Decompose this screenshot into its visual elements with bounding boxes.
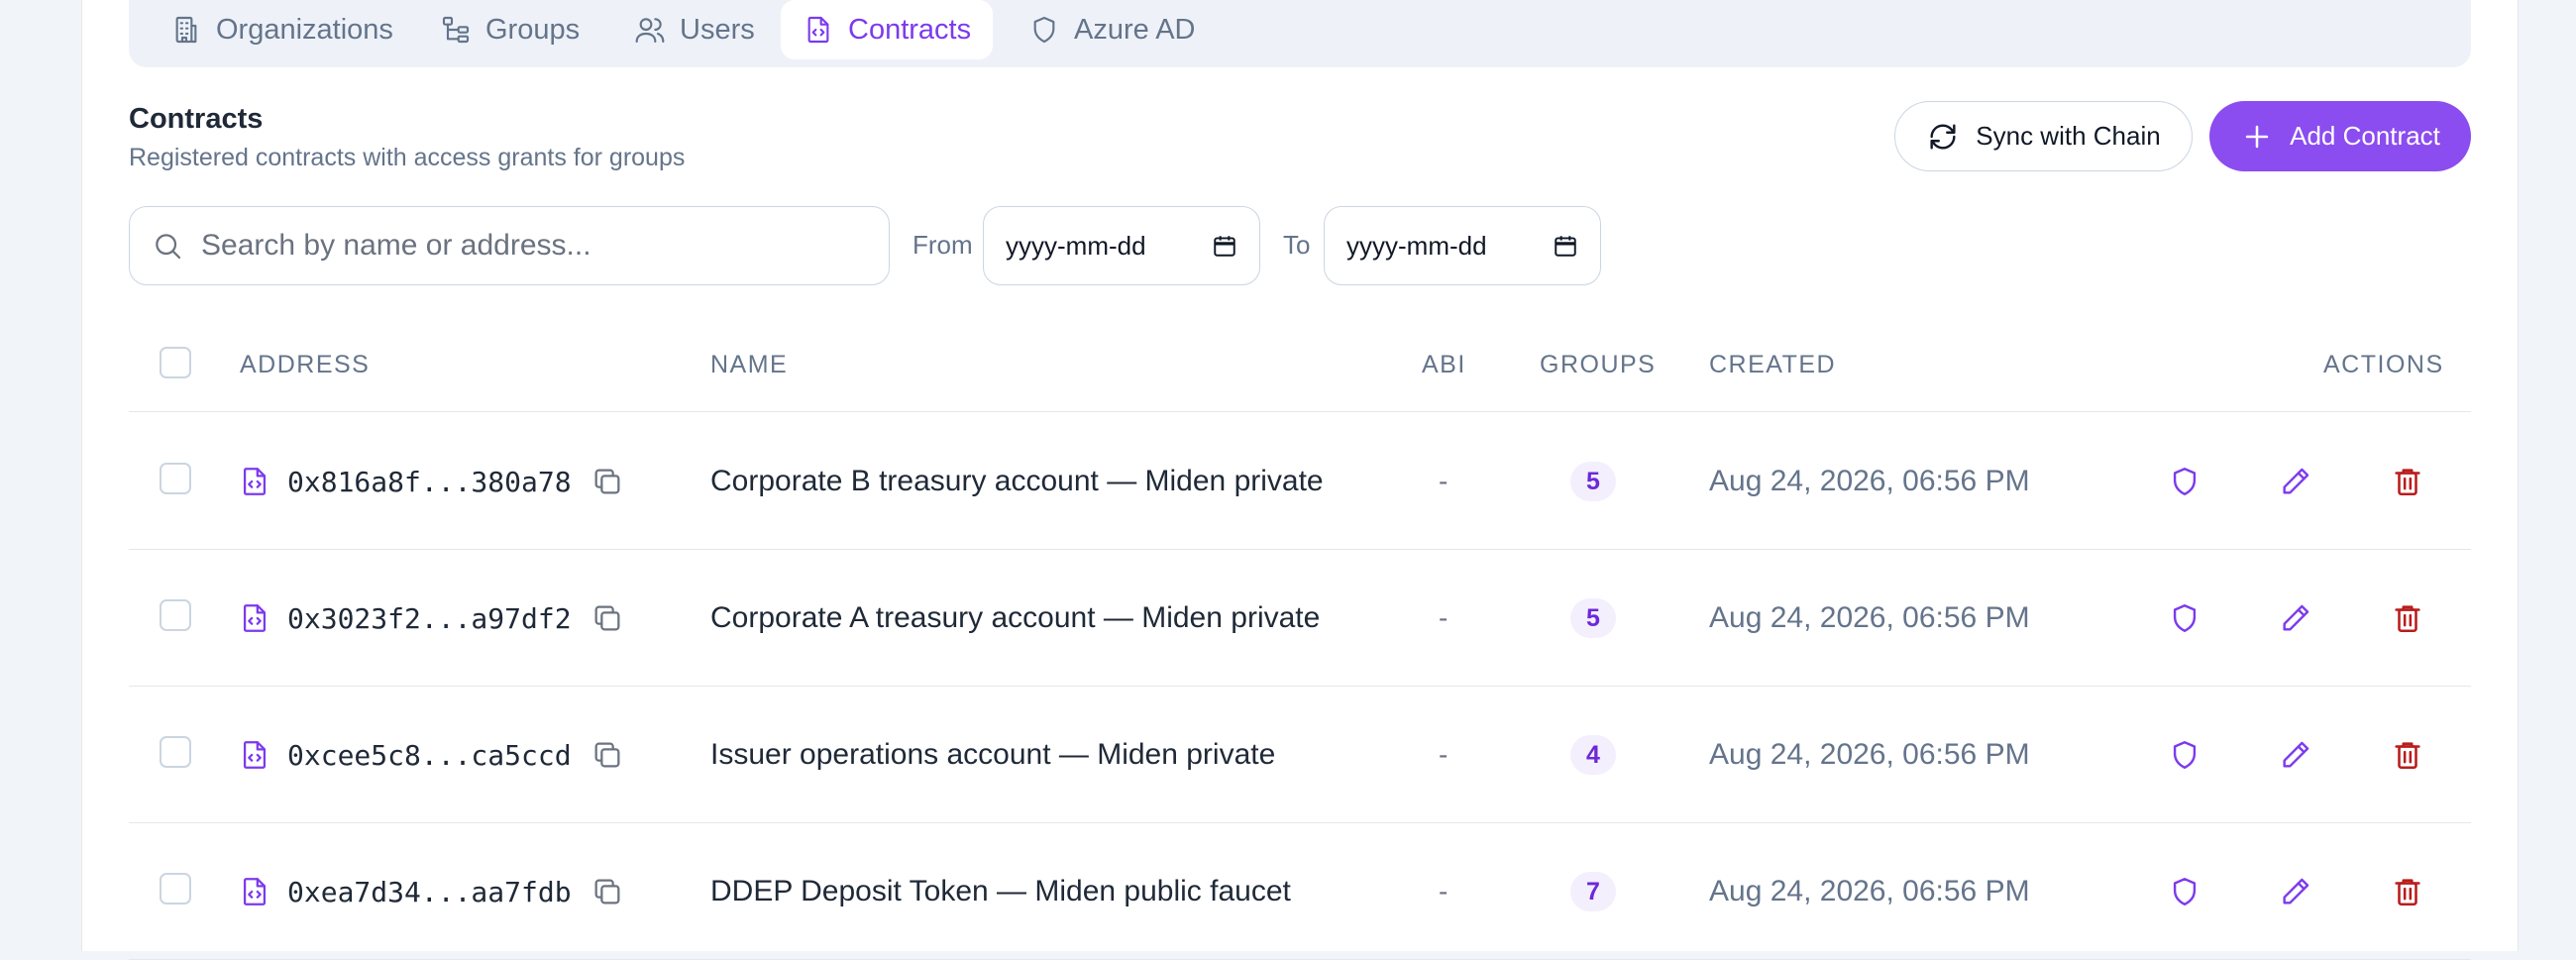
tab-contracts[interactable]: Contracts <box>781 0 994 59</box>
header-name: NAME <box>710 351 789 378</box>
created-date: Aug 24, 2026, 06:56 PM <box>1709 465 2030 497</box>
calendar-icon[interactable] <box>1553 233 1578 259</box>
refresh-icon <box>1930 123 1956 150</box>
row-checkbox[interactable] <box>160 599 191 631</box>
add-contract-button[interactable]: Add Contract <box>2209 101 2471 171</box>
header-abi: ABI <box>1422 351 1466 378</box>
edit-icon[interactable] <box>2279 687 2312 823</box>
contract-name: Corporate B treasury account — Miden pri… <box>710 465 1324 497</box>
delete-icon[interactable] <box>2391 413 2424 550</box>
abi-value: - <box>1439 876 1449 907</box>
row-checkbox[interactable] <box>160 736 191 768</box>
tab-organizations[interactable]: Organizations <box>149 0 415 59</box>
copy-icon[interactable] <box>590 550 624 687</box>
header-address: ADDRESS <box>240 351 371 378</box>
groups-count-badge: 5 <box>1570 462 1616 501</box>
header-actions: ACTIONS <box>2323 351 2444 378</box>
section-title: Contracts <box>129 103 264 135</box>
edit-icon[interactable] <box>2279 550 2312 687</box>
row-checkbox[interactable] <box>160 873 191 905</box>
created-date: Aug 24, 2026, 06:56 PM <box>1709 875 2030 907</box>
table-row: 0x816a8f...380a78 Corporate B treasury a… <box>129 413 2471 550</box>
file-code-icon <box>238 550 271 687</box>
abi-value: - <box>1439 466 1449 496</box>
created-date: Aug 24, 2026, 06:56 PM <box>1709 601 2030 634</box>
edit-icon[interactable] <box>2279 413 2312 550</box>
select-all-checkbox[interactable] <box>160 347 191 378</box>
shield-icon[interactable] <box>2168 413 2201 550</box>
tab-azure-ad[interactable]: Azure AD <box>1007 0 1218 59</box>
table-row: 0x3023f2...a97df2 Corporate A treasury a… <box>129 550 2471 687</box>
from-date-input[interactable]: yyyy-mm-dd <box>983 206 1260 285</box>
groups-count-badge: 5 <box>1570 598 1616 638</box>
shield-icon <box>1033 16 1055 44</box>
abi-value: - <box>1439 739 1449 770</box>
sync-with-chain-button[interactable]: Sync with Chain <box>1894 101 2193 171</box>
file-code-icon <box>238 413 271 550</box>
tab-label: Contracts <box>848 13 972 46</box>
hierarchy-icon <box>442 16 470 44</box>
copy-icon[interactable] <box>590 823 624 960</box>
contract-address: 0x816a8f...380a78 <box>287 465 572 498</box>
header-groups: GROUPS <box>1540 351 1657 378</box>
calendar-icon[interactable] <box>1212 233 1237 259</box>
contract-name: DDEP Deposit Token — Miden public faucet <box>710 875 1291 907</box>
tab-groups[interactable]: Groups <box>418 0 601 59</box>
building-icon <box>175 16 197 44</box>
shield-icon[interactable] <box>2168 823 2201 960</box>
groups-count-badge: 7 <box>1570 872 1616 911</box>
table-row: 0xcee5c8...ca5ccd Issuer operations acco… <box>129 687 2471 823</box>
contract-name: Corporate A treasury account — Miden pri… <box>710 601 1321 634</box>
tab-label: Groups <box>485 13 581 46</box>
shield-icon[interactable] <box>2168 687 2201 823</box>
tab-label: Azure AD <box>1074 13 1196 46</box>
plus-icon <box>2245 125 2269 148</box>
search-icon <box>156 234 181 260</box>
groups-count-badge: 4 <box>1570 735 1616 775</box>
shield-icon[interactable] <box>2168 550 2201 687</box>
to-label: To <box>1283 230 1311 260</box>
tab-label: Users <box>680 13 755 46</box>
sync-label: Sync with Chain <box>1976 121 2161 151</box>
from-date-value: yyyy-mm-dd <box>1006 230 1146 261</box>
contract-address: 0x3023f2...a97df2 <box>287 601 572 635</box>
created-date: Aug 24, 2026, 06:56 PM <box>1709 738 2030 771</box>
file-code-icon <box>238 687 271 823</box>
tab-users[interactable]: Users <box>612 0 777 59</box>
delete-icon[interactable] <box>2391 823 2424 960</box>
contract-address: 0xea7d34...aa7fdb <box>287 875 572 908</box>
contract-address: 0xcee5c8...ca5ccd <box>287 738 572 772</box>
search-input[interactable] <box>201 229 855 263</box>
table-header: ADDRESS NAME ABI GROUPS CREATED ACTIONS <box>129 327 2471 412</box>
search-box[interactable] <box>129 206 890 285</box>
to-date-value: yyyy-mm-dd <box>1346 230 1487 261</box>
add-label: Add Contract <box>2290 121 2440 151</box>
delete-icon[interactable] <box>2391 550 2424 687</box>
edit-icon[interactable] <box>2279 823 2312 960</box>
file-code-icon <box>238 823 271 960</box>
section-subtitle: Registered contracts with access grants … <box>129 144 686 171</box>
header-created: CREATED <box>1709 351 1837 378</box>
contract-name: Issuer operations account — Miden privat… <box>710 738 1276 771</box>
from-label: From <box>912 230 973 260</box>
copy-icon[interactable] <box>590 687 624 823</box>
tab-label: Organizations <box>216 13 393 46</box>
file-code-icon <box>807 16 829 44</box>
copy-icon[interactable] <box>590 413 624 550</box>
abi-value: - <box>1439 602 1449 633</box>
delete-icon[interactable] <box>2391 687 2424 823</box>
users-icon <box>635 18 665 44</box>
tab-bar: Organizations Groups Users Contracts Azu… <box>129 0 2471 67</box>
table-row: 0xea7d34...aa7fdb DDEP Deposit Token — M… <box>129 823 2471 960</box>
row-checkbox[interactable] <box>160 463 191 494</box>
to-date-input[interactable]: yyyy-mm-dd <box>1324 206 1601 285</box>
